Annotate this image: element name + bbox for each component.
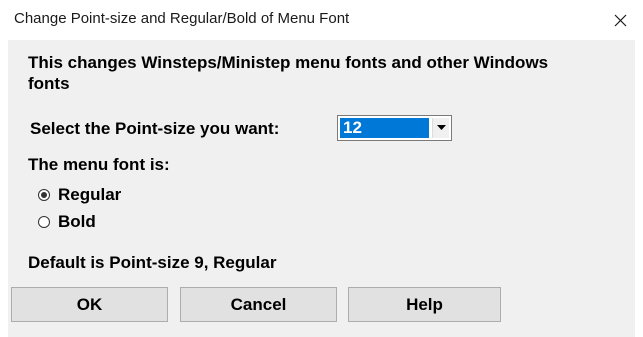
cancel-button[interactable]: Cancel (180, 287, 337, 322)
radio-regular-label: Regular (58, 185, 122, 204)
radio-selected-dot (41, 192, 47, 198)
radio-regular[interactable]: Regular (38, 185, 121, 205)
close-button[interactable] (597, 0, 643, 40)
default-note: Default is Point-size 9, Regular (28, 253, 277, 272)
point-size-dropdown[interactable]: 12 (337, 115, 452, 141)
dropdown-arrow-button[interactable] (432, 118, 449, 138)
help-button[interactable]: Help (348, 287, 501, 322)
radio-button-regular[interactable] (38, 189, 50, 201)
dialog-window: Change Point-size and Regular/Bold of Me… (0, 0, 643, 337)
point-size-selected-value: 12 (340, 118, 429, 138)
dialog-body: This changes Winsteps/Ministep menu font… (8, 40, 635, 337)
point-size-label: Select the Point-size you want: (30, 119, 280, 138)
window-title: Change Point-size and Regular/Bold of Me… (14, 10, 350, 27)
radio-bold[interactable]: Bold (38, 212, 96, 232)
close-icon (614, 14, 626, 26)
description-text: This changes Winsteps/Ministep menu font… (28, 53, 549, 93)
chevron-down-icon (436, 125, 446, 130)
radio-bold-label: Bold (58, 212, 96, 231)
title-bar: Change Point-size and Regular/Bold of Me… (0, 0, 643, 40)
ok-button[interactable]: OK (11, 287, 168, 322)
radio-button-bold[interactable] (38, 216, 50, 228)
menu-font-label: The menu font is: (28, 155, 170, 174)
